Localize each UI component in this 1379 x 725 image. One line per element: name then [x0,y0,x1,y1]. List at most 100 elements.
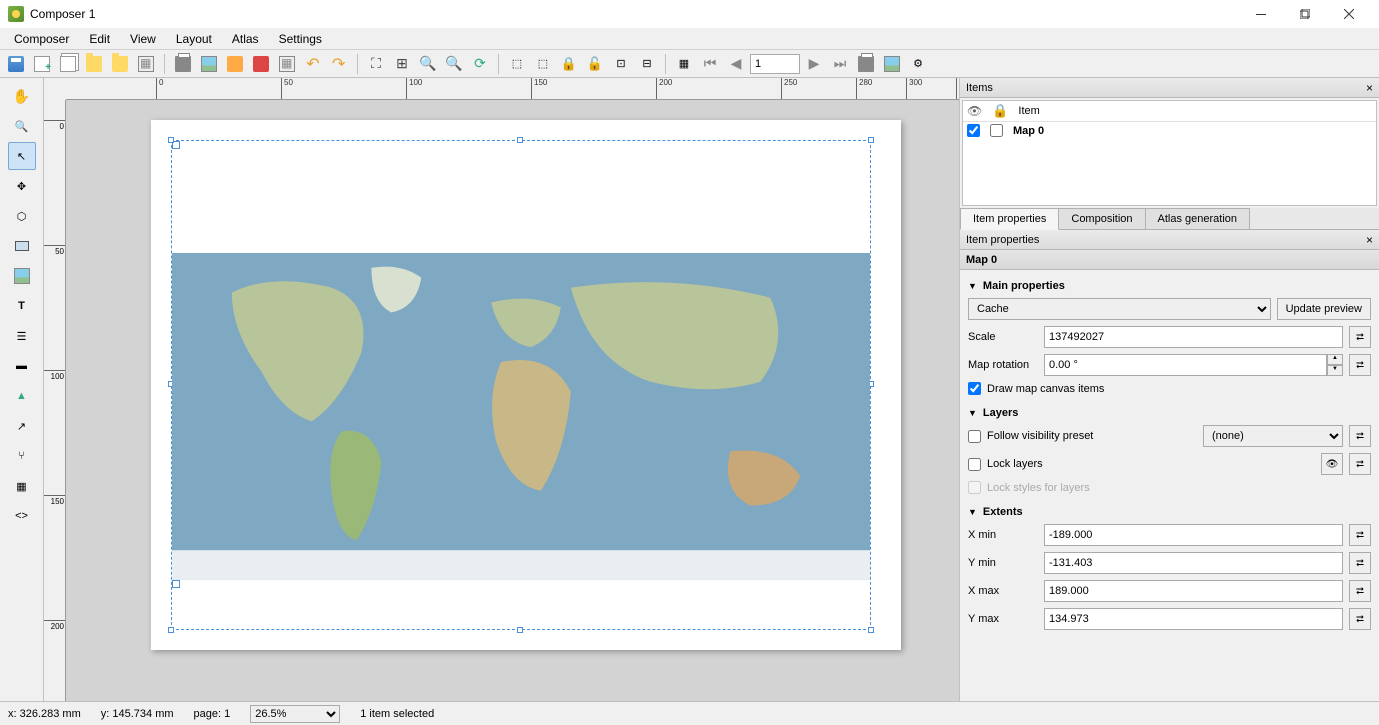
spin-up[interactable]: ▲ [1327,354,1343,365]
add-html-tool[interactable]: <> [8,502,36,530]
zoom-actual-button[interactable]: ⊞ [390,52,414,76]
duplicate-composer-button[interactable] [56,52,80,76]
undo-button[interactable]: ↶ [301,52,325,76]
ymin-databind-button[interactable]: ⮂ [1349,552,1371,574]
update-preview-button[interactable]: Update preview [1277,298,1371,320]
item-visible-checkbox[interactable] [967,124,980,137]
add-legend-tool[interactable]: ☰ [8,322,36,350]
add-scalebar-tool[interactable]: ▬ [8,352,36,380]
items-panel-close[interactable]: × [1366,81,1373,95]
xmin-input[interactable] [1044,524,1343,546]
zoom-select[interactable]: 26.5% [250,705,340,723]
atlas-prev-button[interactable]: ◀ [724,52,748,76]
add-shape-tool[interactable]: ▲ [8,382,36,410]
resize-handle[interactable] [168,137,174,143]
zoom-in-button[interactable]: 🔍 [416,52,440,76]
edit-nodes-tool[interactable]: ⬡ [8,202,36,230]
section-head-layers[interactable]: ▼ Layers [968,407,1371,419]
ymax-databind-button[interactable]: ⮂ [1349,608,1371,630]
scale-databind-button[interactable]: ⮂ [1349,326,1371,348]
close-button[interactable] [1327,0,1371,28]
unlock-items-button[interactable]: ⬚ [531,52,555,76]
add-label-tool[interactable]: T [8,292,36,320]
composer-manager-button[interactable] [82,52,106,76]
lock-button[interactable]: 🔒 [557,52,581,76]
atlas-preview-button[interactable]: ▦ [672,52,696,76]
print-button[interactable] [171,52,195,76]
item-locked-checkbox[interactable] [990,124,1003,137]
resize-handle[interactable] [868,137,874,143]
page-setup-button[interactable] [275,52,299,76]
ymin-input[interactable] [1044,552,1343,574]
add-table-tool[interactable]: ▦ [8,472,36,500]
props-panel-close[interactable]: × [1366,233,1373,247]
add-image-tool[interactable] [8,262,36,290]
draw-canvas-checkbox[interactable] [968,382,981,395]
add-arrow-tool[interactable]: ↗ [8,412,36,440]
atlas-last-button[interactable]: ⏭ [828,52,852,76]
menu-atlas[interactable]: Atlas [222,30,269,48]
map-item[interactable] [171,140,871,630]
add-nodes-tool[interactable]: ⑂ [8,442,36,470]
select-tool[interactable]: ↖ [8,142,36,170]
xmax-databind-button[interactable]: ⮂ [1349,580,1371,602]
save-template-button[interactable] [134,52,158,76]
rotation-input[interactable] [1044,354,1327,376]
export-image-button[interactable] [197,52,221,76]
atlas-print-button[interactable] [854,52,878,76]
menu-settings[interactable]: Settings [269,30,332,48]
ymax-input[interactable] [1044,608,1343,630]
new-composer-button[interactable] [30,52,54,76]
xmin-databind-button[interactable]: ⮂ [1349,524,1371,546]
resize-handle[interactable] [517,137,523,143]
resize-handle[interactable] [868,627,874,633]
atlas-export-button[interactable] [880,52,904,76]
lock-view-button[interactable]: 👁 [1321,453,1343,475]
add-map-tool[interactable] [8,232,36,260]
save-button[interactable] [4,52,28,76]
lock-databind-button[interactable]: ⮂ [1349,453,1371,475]
minimize-button[interactable] [1239,0,1283,28]
scale-input[interactable] [1044,326,1343,348]
redo-button[interactable]: ↶ [327,52,351,76]
rotation-spinbox[interactable]: ▲▼ [1044,354,1343,376]
tab-composition[interactable]: Composition [1058,208,1145,229]
menu-layout[interactable]: Layout [166,30,222,48]
maximize-button[interactable] [1283,0,1327,28]
preset-databind-button[interactable]: ⮂ [1349,425,1371,447]
xmax-input[interactable] [1044,580,1343,602]
menu-edit[interactable]: Edit [79,30,120,48]
resize-handle[interactable] [168,627,174,633]
items-row[interactable]: Map 0 [963,122,1376,139]
section-head-extents[interactable]: ▼ Extents [968,506,1371,518]
zoom-full-button[interactable]: ⛶ [364,52,388,76]
atlas-page-input[interactable] [750,54,800,74]
group-button[interactable]: ⊡ [609,52,633,76]
section-head-main[interactable]: ▼ Main properties [968,280,1371,292]
lock-layers-checkbox[interactable] [968,458,981,471]
tab-atlas-generation[interactable]: Atlas generation [1145,208,1251,229]
pan-tool[interactable]: ✋ [8,82,36,110]
load-template-button[interactable] [108,52,132,76]
menu-view[interactable]: View [120,30,166,48]
resize-handle[interactable] [517,627,523,633]
lock-items-button[interactable]: ⬚ [505,52,529,76]
zoom-tool[interactable]: 🔍 [8,112,36,140]
page[interactable] [151,120,901,650]
unlock-button[interactable]: 🔓 [583,52,607,76]
atlas-next-button[interactable]: ▶ [802,52,826,76]
composer-canvas[interactable] [66,100,959,701]
move-content-tool[interactable]: ✥ [8,172,36,200]
zoom-out-button[interactable]: 🔍 [442,52,466,76]
export-pdf-button[interactable] [249,52,273,76]
rotation-databind-button[interactable]: ⮂ [1349,354,1371,376]
atlas-settings-button[interactable]: ⚙ [906,52,930,76]
menu-composer[interactable]: Composer [4,30,79,48]
preset-select[interactable]: (none) [1203,425,1343,447]
refresh-button[interactable]: ⟳ [468,52,492,76]
ungroup-button[interactable]: ⊟ [635,52,659,76]
tab-item-properties[interactable]: Item properties [960,208,1059,230]
cache-select[interactable]: Cache [968,298,1271,320]
follow-preset-checkbox[interactable] [968,430,981,443]
atlas-first-button[interactable]: ⏮ [698,52,722,76]
